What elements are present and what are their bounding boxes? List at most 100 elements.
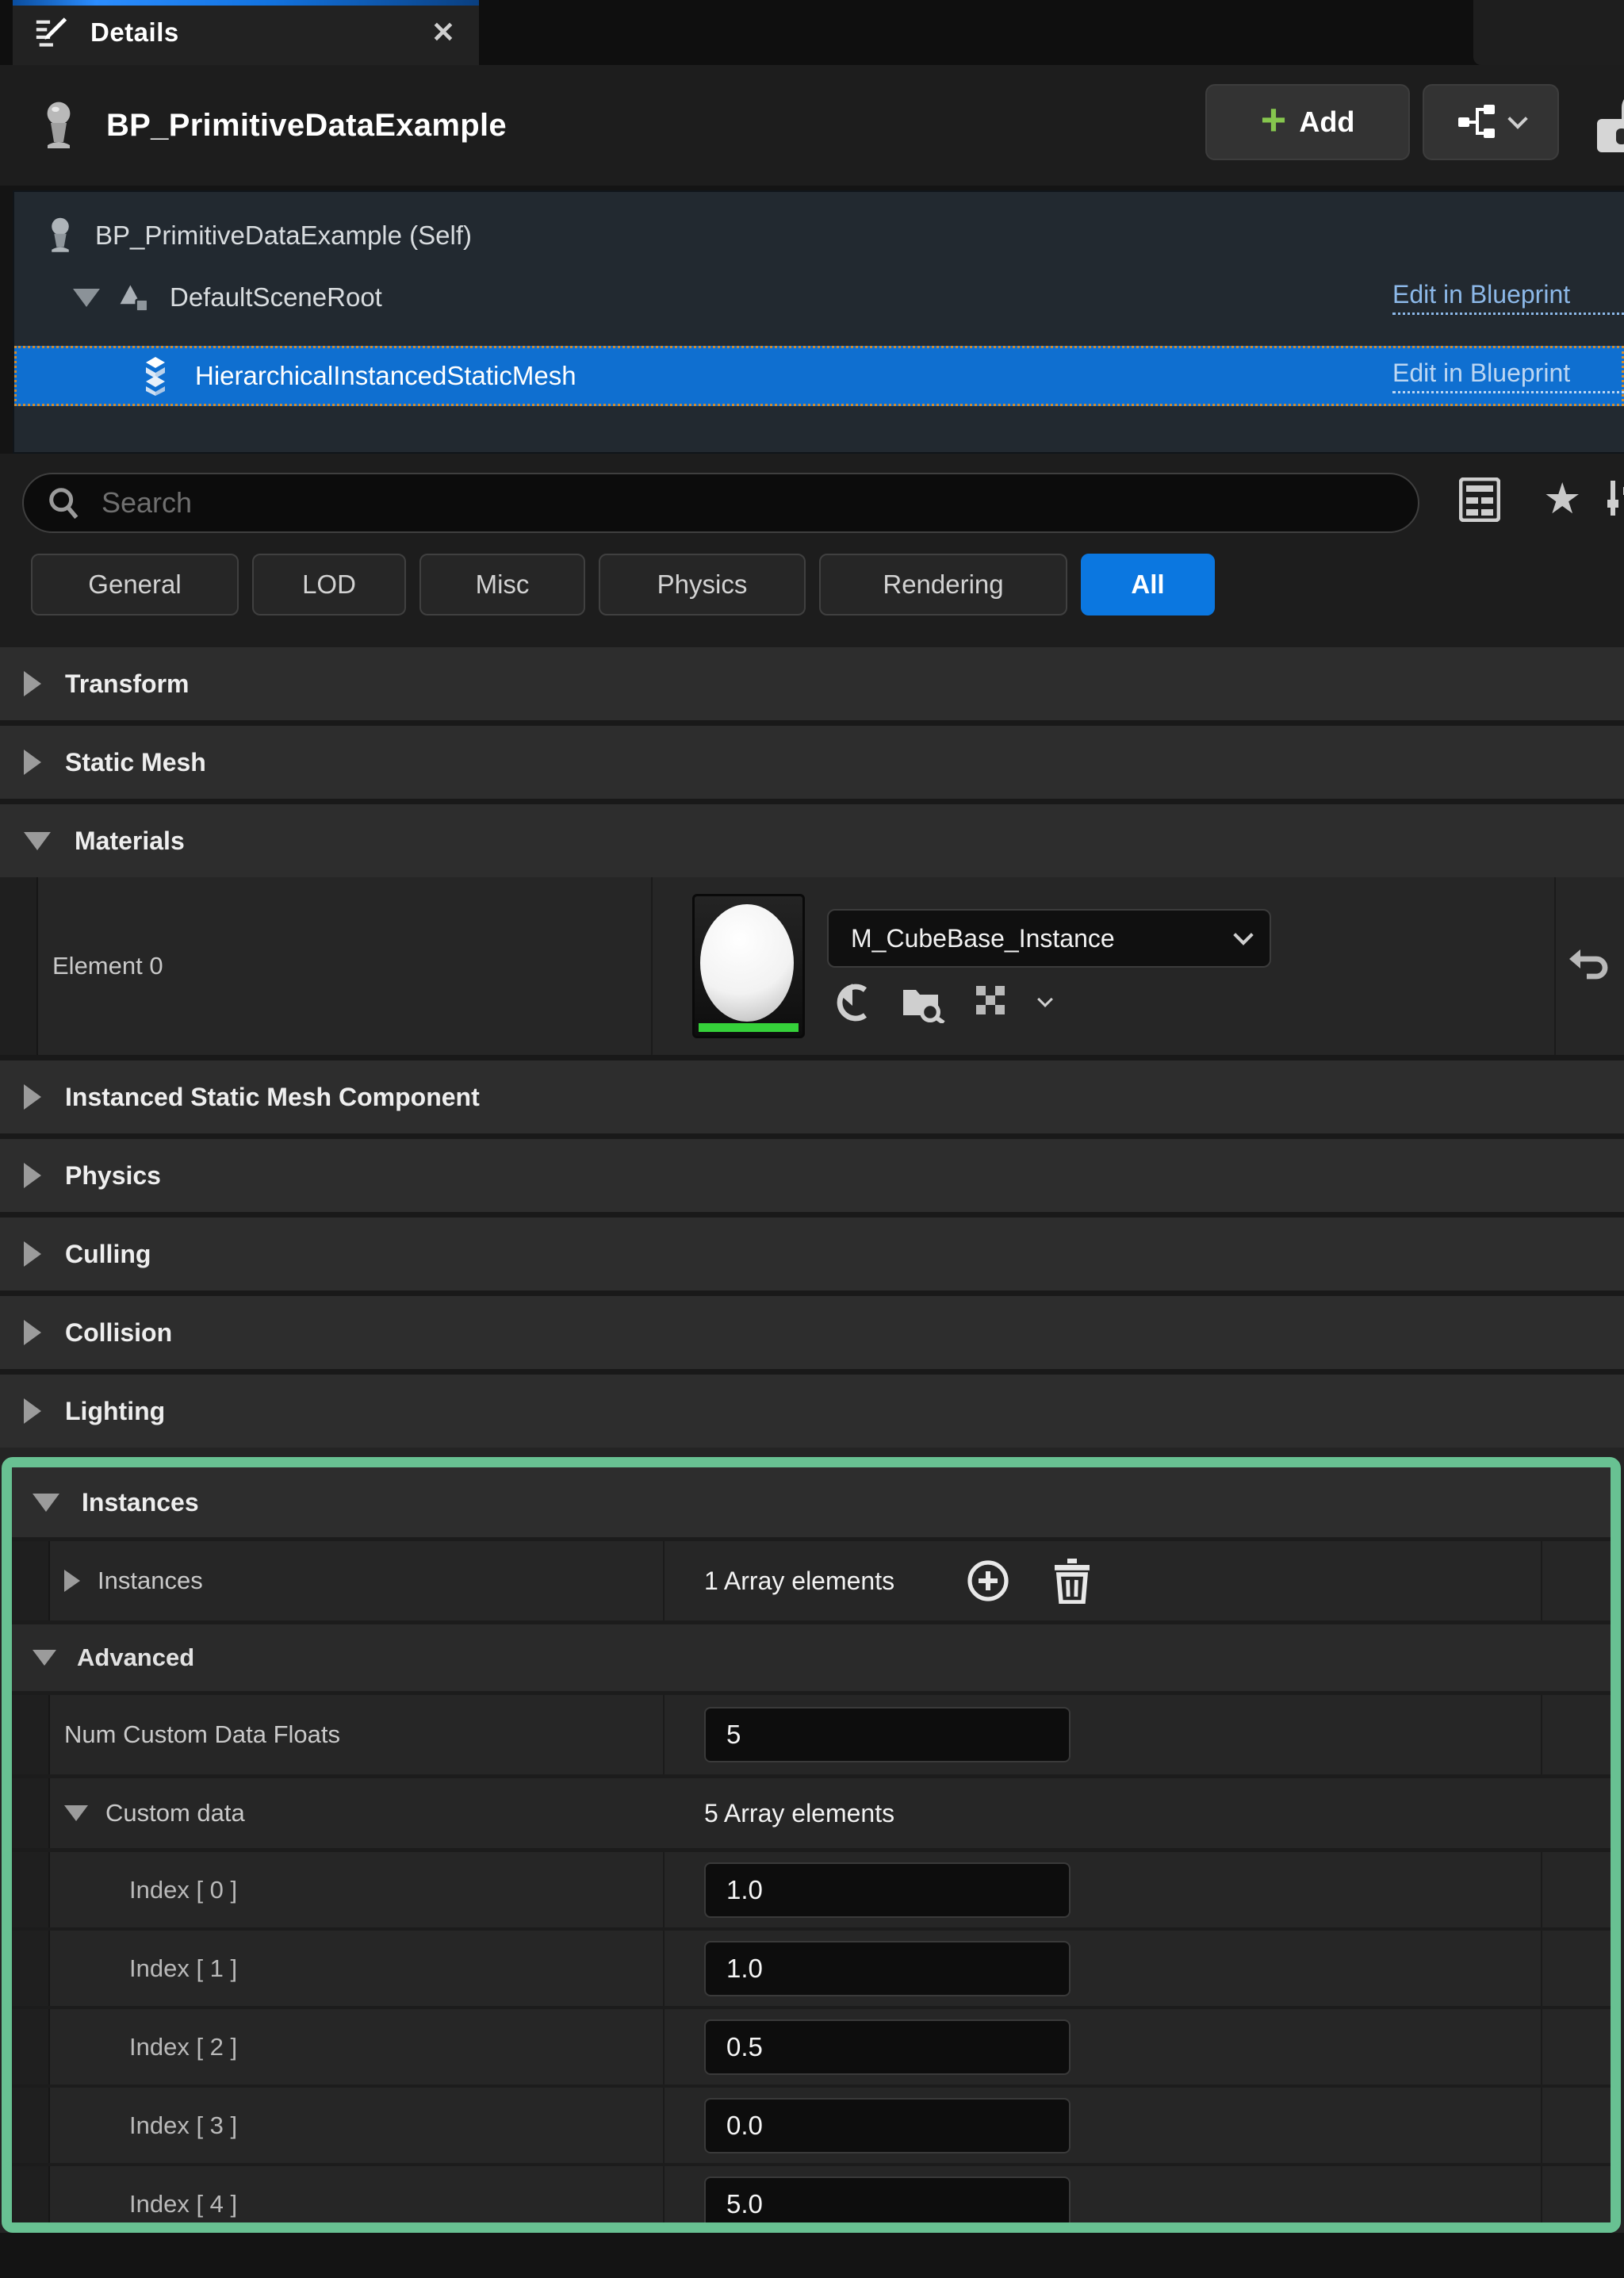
section-culling[interactable]: Culling	[0, 1218, 1624, 1290]
section-title: Instanced Static Mesh Component	[65, 1083, 480, 1112]
add-array-element-icon[interactable]	[966, 1559, 1010, 1603]
filter-physics-button[interactable]: Physics	[599, 554, 806, 616]
selected-object-title: BP_PrimitiveDataExample	[106, 108, 507, 144]
hierarchy-icon	[1457, 102, 1501, 143]
collapsed-caret-icon[interactable]	[24, 750, 41, 775]
custom-data-index-row: Index [ 3 ] 0.0	[12, 2088, 1611, 2163]
section-instanced-static-mesh-component[interactable]: Instanced Static Mesh Component	[0, 1060, 1624, 1133]
custom-data-index-row: Index [ 1 ] 1.0	[12, 1931, 1611, 2006]
texture-checkerboard-icon[interactable]	[973, 983, 1013, 1022]
material-select-dropdown[interactable]: M_CubeBase_Instance	[827, 909, 1271, 968]
properties-list: Transform Static Mesh Materials Element …	[0, 647, 1624, 2233]
section-title: Instances	[82, 1488, 199, 1517]
num-custom-data-floats-label: Num Custom Data Floats	[64, 1720, 340, 1749]
instances-array-label: Instances	[98, 1567, 203, 1595]
edit-in-blueprint-link[interactable]: Edit in Blueprint	[1392, 280, 1624, 315]
collapsed-caret-icon[interactable]	[64, 1570, 80, 1592]
collapsed-caret-icon[interactable]	[24, 1241, 41, 1267]
tab-details[interactable]: Details ✕	[13, 0, 479, 65]
expand-caret-icon[interactable]	[73, 289, 100, 307]
expanded-caret-icon[interactable]	[24, 832, 51, 850]
expanded-caret-icon[interactable]	[33, 1494, 59, 1512]
material-sphere-preview	[700, 904, 794, 1022]
section-title: Collision	[65, 1318, 172, 1348]
custom-data-count: 5 Array elements	[704, 1799, 894, 1828]
browse-to-asset-icon[interactable]	[900, 982, 946, 1023]
favorites-star-icon[interactable]: ★	[1543, 477, 1581, 520]
active-tab-accent	[13, 0, 479, 6]
add-component-button[interactable]: + Add	[1205, 84, 1410, 160]
material-element-label-cell: Element 0	[38, 877, 653, 1055]
filter-lod-button[interactable]: LOD	[252, 554, 406, 616]
custom-data-label: Custom data	[105, 1799, 245, 1827]
unlock-icon[interactable]	[1591, 94, 1624, 155]
display-filter-grid-icon[interactable]	[1459, 477, 1500, 522]
tab-bar: Details ✕	[0, 0, 1624, 65]
section-transform[interactable]: Transform	[0, 647, 1624, 720]
search-input[interactable]: Search	[22, 473, 1419, 533]
expanded-caret-icon[interactable]	[64, 1805, 88, 1821]
use-selected-asset-icon[interactable]	[832, 982, 873, 1023]
reset-to-default-icon[interactable]	[1566, 946, 1611, 986]
section-instances[interactable]: Instances	[12, 1467, 1611, 1537]
row-gutter	[0, 877, 38, 1055]
section-materials[interactable]: Materials	[0, 804, 1624, 877]
filter-misc-button[interactable]: Misc	[419, 554, 585, 616]
category-filter-row: General LOD Misc Physics Rendering All	[0, 554, 1624, 647]
index-label: Index [ 3 ]	[129, 2111, 237, 2140]
actor-pawn-icon	[38, 101, 79, 150]
expanded-caret-icon[interactable]	[33, 1650, 56, 1666]
section-static-mesh[interactable]: Static Mesh	[0, 726, 1624, 799]
collapsed-caret-icon[interactable]	[24, 671, 41, 696]
subsection-advanced[interactable]: Advanced	[12, 1624, 1611, 1691]
details-panel: Details ✕ BP_PrimitiveDataExample + Add	[0, 0, 1624, 2278]
clear-array-trash-icon[interactable]	[1051, 1558, 1093, 1604]
row-gutter	[12, 1695, 50, 1774]
material-thumbnail-green-bar	[699, 1023, 799, 1032]
index-label: Index [ 0 ]	[129, 1876, 237, 1904]
index-label: Index [ 4 ]	[129, 2190, 237, 2219]
tree-item-label: DefaultSceneRoot	[170, 282, 382, 313]
tree-item-default-scene-root[interactable]: DefaultSceneRoot Edit in Blueprint	[14, 267, 1624, 328]
collapsed-caret-icon[interactable]	[24, 1398, 41, 1424]
instances-array-count: 1 Array elements	[704, 1567, 894, 1596]
index-value-input[interactable]: 0.0	[704, 2098, 1071, 2153]
index-label: Index [ 1 ]	[129, 1954, 237, 1983]
details-pencil-icon	[33, 14, 70, 51]
collapsed-caret-icon[interactable]	[24, 1163, 41, 1188]
collapsed-caret-icon[interactable]	[24, 1320, 41, 1345]
section-title: Transform	[65, 669, 189, 699]
instanced-static-mesh-icon	[135, 355, 176, 397]
component-tree: BP_PrimitiveDataExample (Self) DefaultSc…	[13, 190, 1624, 454]
instances-array-row: Instances 1 Array elements	[12, 1541, 1611, 1620]
add-button-label: Add	[1299, 105, 1354, 139]
row-gutter	[12, 1541, 50, 1620]
section-physics[interactable]: Physics	[0, 1139, 1624, 1212]
row-gutter	[12, 2088, 50, 2163]
index-value: 1.0	[726, 1954, 763, 1984]
tab-title: Details	[90, 17, 411, 48]
settings-sliders-icon[interactable]	[1607, 477, 1624, 519]
index-value-input[interactable]: 1.0	[704, 1862, 1071, 1918]
tab-close-icon[interactable]: ✕	[431, 18, 455, 47]
blueprint-hierarchy-button[interactable]	[1423, 84, 1559, 160]
filter-all-button-active[interactable]: All	[1081, 554, 1215, 616]
tree-item-hism-selected[interactable]: HierarchicalInstancedStaticMesh Edit in …	[14, 346, 1624, 406]
index-value-input[interactable]: 0.5	[704, 2019, 1071, 2075]
edit-in-blueprint-link[interactable]: Edit in Blueprint	[1392, 359, 1624, 393]
index-value: 1.0	[726, 1875, 763, 1905]
section-collision[interactable]: Collision	[0, 1296, 1624, 1369]
index-value-input[interactable]: 5.0	[704, 2176, 1071, 2232]
row-gutter	[12, 1852, 50, 1927]
collapsed-caret-icon[interactable]	[24, 1084, 41, 1110]
num-custom-data-floats-input[interactable]: 5	[704, 1707, 1071, 1762]
section-lighting[interactable]: Lighting	[0, 1375, 1624, 1448]
filter-rendering-button[interactable]: Rendering	[819, 554, 1067, 616]
material-thumbnail[interactable]	[692, 894, 805, 1038]
chevron-down-icon[interactable]	[1037, 991, 1053, 1007]
tree-item-self[interactable]: BP_PrimitiveDataExample (Self)	[14, 205, 1624, 267]
index-value: 0.5	[726, 2032, 763, 2062]
index-value-input[interactable]: 1.0	[704, 1941, 1071, 1996]
filter-general-button[interactable]: General	[31, 554, 239, 616]
section-title: Culling	[65, 1240, 151, 1269]
